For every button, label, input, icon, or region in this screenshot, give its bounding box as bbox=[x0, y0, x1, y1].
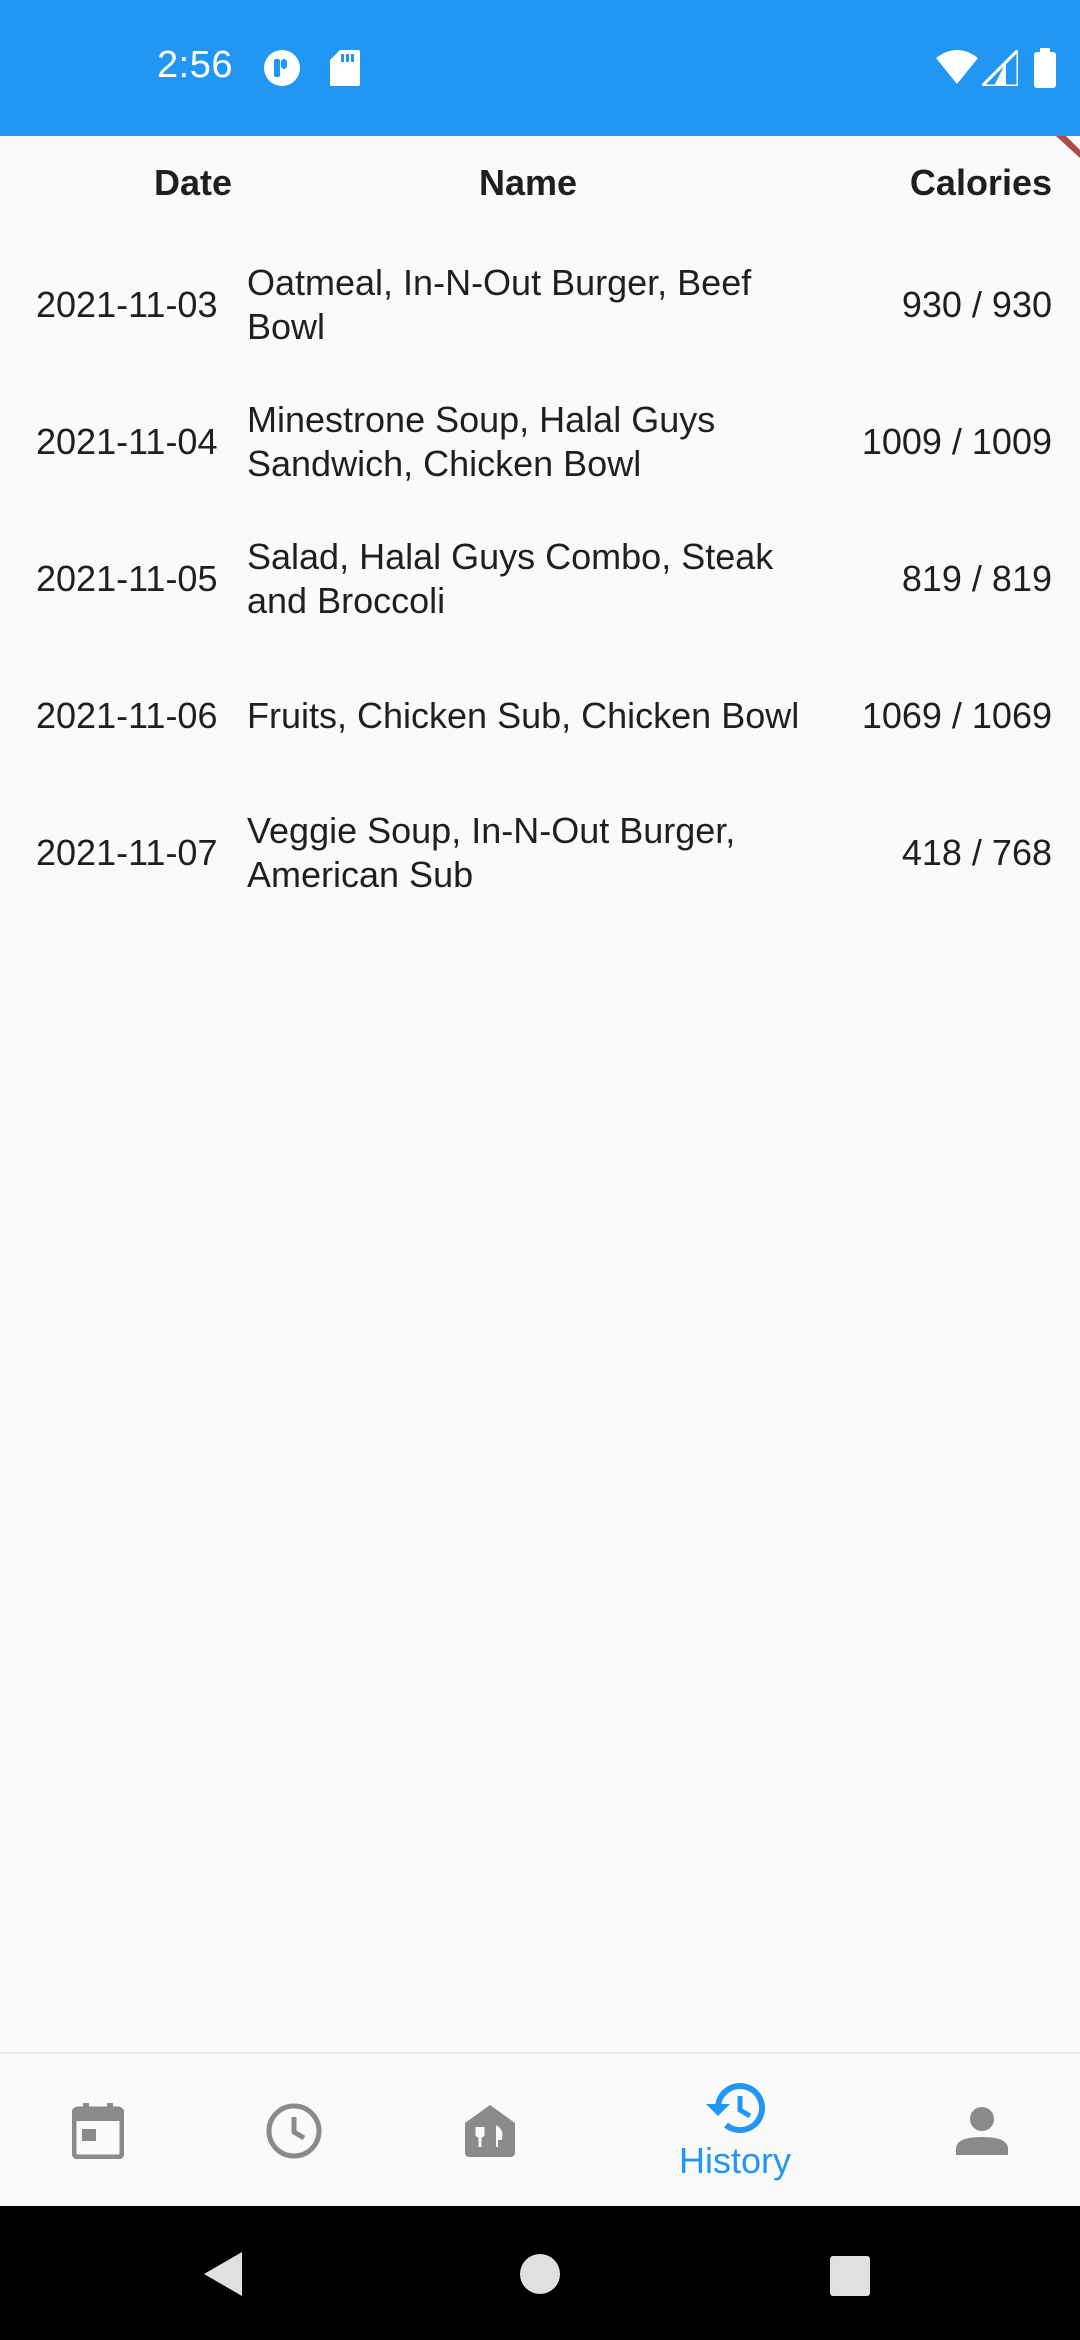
row-date: 2021-11-03 bbox=[36, 283, 218, 325]
row-calories: 1009 / 1009 bbox=[861, 420, 1052, 462]
sd-card-icon bbox=[330, 50, 360, 86]
row-date: 2021-11-05 bbox=[36, 557, 218, 599]
row-date: 2021-11-07 bbox=[36, 831, 218, 873]
table-header: Date Name Calories bbox=[0, 136, 1080, 236]
row-calories: 1069 / 1069 bbox=[861, 694, 1052, 736]
table-row[interactable]: 2021-11-04 Minestrone Soup, Halal Guys S… bbox=[0, 373, 1080, 510]
row-name: Fruits, Chicken Sub, Chicken Bowl bbox=[247, 694, 800, 736]
battery-icon bbox=[1034, 48, 1056, 88]
restaurant-icon bbox=[465, 2105, 515, 2157]
name-column-header[interactable]: Name bbox=[248, 162, 808, 204]
calories-column-header[interactable]: Calories bbox=[910, 162, 1052, 204]
row-calories: 819 / 819 bbox=[901, 557, 1052, 599]
nav-item-history[interactable]: History bbox=[660, 2054, 810, 2208]
table-row[interactable]: 2021-11-05 Salad, Halal Guys Combo, Stea… bbox=[0, 510, 1080, 647]
system-navigation-bar bbox=[0, 2206, 1080, 2340]
calendar-icon bbox=[72, 2103, 124, 2159]
history-icon bbox=[706, 2083, 765, 2134]
row-name: Salad, Halal Guys Combo, Steak and Brocc… bbox=[247, 535, 774, 621]
row-name: Minestrone Soup, Halal Guys Sandwich, Ch… bbox=[247, 398, 716, 484]
person-icon bbox=[956, 2107, 1008, 2155]
date-column-header[interactable]: Date bbox=[36, 162, 232, 204]
nav-item-profile[interactable] bbox=[932, 2054, 1032, 2208]
nav-item-clock[interactable] bbox=[244, 2054, 344, 2208]
notification-app-icon bbox=[264, 50, 300, 86]
row-name: Veggie Soup, In-N-Out Burger, American S… bbox=[247, 809, 736, 895]
home-icon[interactable] bbox=[520, 2254, 560, 2294]
table-row[interactable]: 2021-11-07 Veggie Soup, In-N-Out Burger,… bbox=[0, 784, 1080, 921]
nav-label-history: History bbox=[678, 2140, 791, 2181]
nav-item-restaurant[interactable] bbox=[440, 2054, 540, 2208]
bottom-navigation: History bbox=[0, 2052, 1080, 2208]
table-row[interactable]: 2021-11-06 Fruits, Chicken Sub, Chicken … bbox=[0, 647, 1080, 784]
row-name: Oatmeal, In-N-Out Burger, Beef Bowl bbox=[247, 261, 752, 347]
status-time: 2:56 bbox=[157, 44, 233, 86]
recents-icon[interactable] bbox=[830, 2256, 870, 2296]
row-date: 2021-11-06 bbox=[36, 694, 218, 736]
back-icon[interactable] bbox=[204, 2252, 244, 2296]
signal-icon bbox=[982, 50, 1018, 86]
row-calories: 418 / 768 bbox=[901, 831, 1052, 873]
table-row[interactable]: 2021-11-03 Oatmeal, In-N-Out Burger, Bee… bbox=[0, 236, 1080, 373]
row-calories: 930 / 930 bbox=[901, 283, 1052, 325]
wifi-icon bbox=[936, 50, 978, 84]
clock-icon bbox=[266, 2103, 322, 2159]
nav-item-calendar[interactable] bbox=[48, 2054, 148, 2208]
status-bar: 2:56 bbox=[0, 0, 1080, 136]
row-date: 2021-11-04 bbox=[36, 420, 218, 462]
history-table: Date Name Calories 2021-11-03 Oatmeal, I… bbox=[0, 136, 1080, 921]
